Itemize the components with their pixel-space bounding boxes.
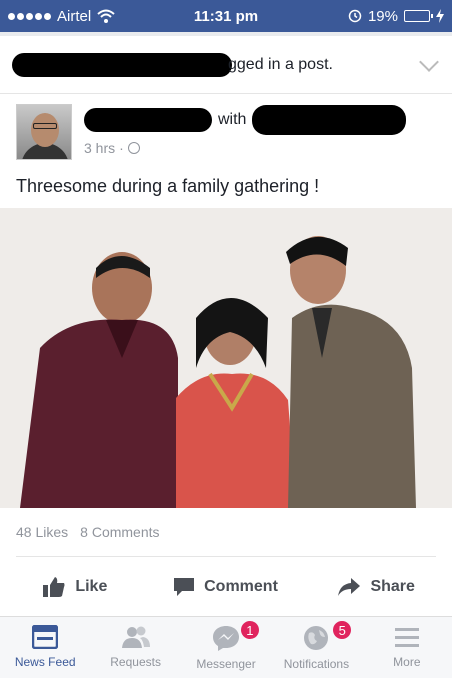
carrier-name: Airtel [57, 7, 92, 25]
nav-more[interactable]: More [362, 617, 452, 678]
clock: 11:31 pm [193, 7, 259, 25]
meta-separator: · [119, 140, 124, 156]
nav-notifications[interactable]: 5 Notifications [271, 617, 361, 678]
redacted-name [12, 52, 232, 77]
likes-count[interactable]: 48 Likes [16, 524, 68, 540]
globe-notifications-icon [304, 626, 329, 650]
like-label: Like [75, 578, 108, 595]
thumbs-up-icon [43, 577, 65, 597]
nav-label: More [393, 655, 421, 669]
messenger-badge: 1 [238, 619, 261, 641]
share-button[interactable]: Share [301, 578, 452, 596]
post-text: Threesome during a family gathering ! [16, 176, 320, 196]
messenger-icon [213, 626, 240, 651]
alarm-icon [348, 9, 362, 23]
post-stats: 48 Likes 8 Comments [16, 524, 160, 540]
share-label: Share [370, 578, 415, 595]
wifi-icon [97, 9, 115, 23]
battery-icon [404, 10, 433, 22]
post-actions: Like Comment Share [0, 566, 452, 608]
friend-requests-icon [121, 626, 150, 648]
story-text: gged in a post. [228, 55, 333, 73]
nav-news-feed[interactable]: News Feed [0, 617, 90, 678]
share-icon [338, 578, 361, 596]
post-meta: 3 hrs · [84, 140, 140, 156]
divider [16, 556, 436, 557]
nav-requests[interactable]: Requests [90, 617, 180, 678]
with-label: with [218, 111, 247, 128]
post-card: gged in a post. with 3 hrs · Threesome d… [0, 36, 452, 616]
menu-icon [394, 628, 419, 647]
comments-count[interactable]: 8 Comments [80, 524, 159, 540]
story-header: gged in a post. [0, 36, 452, 94]
nav-label: News Feed [14, 655, 76, 669]
nav-label: Messenger [196, 657, 256, 671]
comment-icon [174, 578, 195, 596]
post-author-line: with [84, 105, 407, 135]
comment-button[interactable]: Comment [151, 578, 302, 596]
post-time[interactable]: 3 hrs [84, 140, 115, 156]
charging-icon [436, 9, 444, 23]
post-photo[interactable] [0, 208, 452, 508]
redacted-tagged[interactable] [252, 105, 407, 135]
bottom-nav: News Feed Requests 1 Messenger 5 Notific… [0, 616, 452, 678]
comment-label: Comment [204, 578, 278, 595]
chevron-down-icon[interactable] [419, 52, 439, 72]
photo-image [0, 208, 452, 508]
redacted-author[interactable] [84, 108, 212, 132]
globe-icon [127, 142, 140, 154]
nav-label: Notifications [283, 657, 350, 671]
signal-icon [8, 12, 51, 20]
notifications-badge: 5 [331, 619, 354, 641]
nav-messenger[interactable]: 1 Messenger [181, 617, 271, 678]
avatar[interactable] [16, 104, 72, 160]
status-bar: Airtel 11:31 pm 19% [0, 0, 452, 32]
nav-label: Requests [110, 655, 161, 669]
like-button[interactable]: Like [0, 577, 151, 597]
news-feed-icon [32, 625, 59, 649]
battery-percent: 19% [367, 7, 398, 25]
